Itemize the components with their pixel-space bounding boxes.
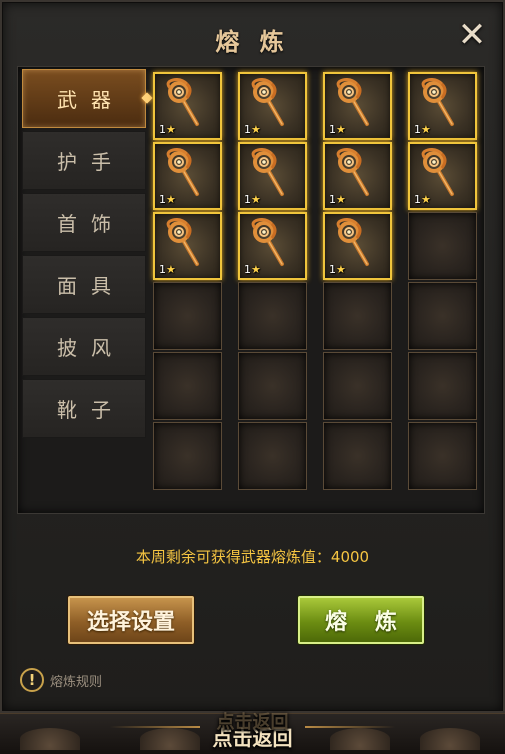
title-bar: 熔 炼 ✕ xyxy=(2,2,503,68)
item-slot-empty[interactable] xyxy=(408,352,477,420)
item-slot-filled[interactable]: 1★ xyxy=(408,142,477,210)
item-slot-empty[interactable] xyxy=(153,352,222,420)
item-slot-empty[interactable] xyxy=(238,352,307,420)
smelt-button[interactable]: 熔 炼 xyxy=(298,596,424,644)
item-slot-filled[interactable]: 1★ xyxy=(408,72,477,140)
tab-label: 披风 xyxy=(57,336,125,360)
item-slot-filled[interactable]: 1★ xyxy=(153,212,222,280)
item-slot-filled[interactable]: 1★ xyxy=(323,72,392,140)
item-slot-empty[interactable] xyxy=(323,282,392,350)
star-icon: ★ xyxy=(336,123,346,136)
item-star-level: 1★ xyxy=(329,263,346,276)
star-icon: ★ xyxy=(336,193,346,206)
tab-1[interactable]: 护手 xyxy=(22,131,146,190)
item-slot-filled[interactable]: 1★ xyxy=(153,142,222,210)
item-slot-filled[interactable]: 1★ xyxy=(238,72,307,140)
item-slot-filled[interactable]: 1★ xyxy=(323,212,392,280)
item-slot-empty[interactable] xyxy=(323,352,392,420)
tab-2[interactable]: 首饰 xyxy=(22,193,146,252)
tab-4[interactable]: 披风 xyxy=(22,317,146,376)
weekly-smelt-value-text: 本周剩余可获得武器熔炼值：4000 xyxy=(135,548,370,566)
star-icon: ★ xyxy=(251,193,261,206)
back-button[interactable]: 点击返回 点击返回 xyxy=(0,712,505,751)
select-settings-button[interactable]: 选择设置 xyxy=(68,596,194,644)
tab-label: 武器 xyxy=(57,88,125,112)
item-level: 1 xyxy=(159,263,166,276)
star-icon: ★ xyxy=(251,263,261,276)
item-level: 1 xyxy=(329,123,336,136)
tab-label: 靴子 xyxy=(57,398,125,422)
item-slot-empty[interactable] xyxy=(408,282,477,350)
item-level: 1 xyxy=(414,123,421,136)
item-level: 1 xyxy=(329,193,336,206)
back-label-shadow: 点击返回 xyxy=(216,712,289,733)
star-icon: ★ xyxy=(421,123,431,136)
tab-label: 首饰 xyxy=(57,212,125,236)
star-icon: ★ xyxy=(166,193,176,206)
item-level: 1 xyxy=(244,193,251,206)
item-slot-empty[interactable] xyxy=(323,422,392,490)
smelt-rules-link[interactable]: ! 熔炼规则 xyxy=(20,668,102,692)
item-level: 1 xyxy=(244,263,251,276)
star-icon: ★ xyxy=(251,123,261,136)
item-star-level: 1★ xyxy=(244,193,261,206)
item-level: 1 xyxy=(244,123,251,136)
item-level: 1 xyxy=(329,263,336,276)
item-star-level: 1★ xyxy=(244,123,261,136)
tab-0[interactable]: 武器 xyxy=(22,69,153,128)
item-slot-filled[interactable]: 1★ xyxy=(238,212,307,280)
item-star-level: 1★ xyxy=(414,123,431,136)
item-slot-empty[interactable] xyxy=(408,422,477,490)
item-grid: 1★ 1★ 1★ 1★ 1★ 1★ 1★ 1★ 1★ 1★ 1★ xyxy=(153,72,477,490)
item-level: 1 xyxy=(159,123,166,136)
window-title: 熔 炼 xyxy=(215,28,290,56)
category-tabs: 武器护手首饰面具披风靴子 xyxy=(22,69,153,441)
item-level: 1 xyxy=(159,193,166,206)
tab-5[interactable]: 靴子 xyxy=(22,379,146,438)
item-slot-empty[interactable] xyxy=(153,282,222,350)
item-slot-empty[interactable] xyxy=(408,212,477,280)
tab-label: 面具 xyxy=(57,274,125,298)
item-level: 1 xyxy=(414,193,421,206)
tab-label: 护手 xyxy=(57,150,125,174)
item-star-level: 1★ xyxy=(159,123,176,136)
item-slot-filled[interactable]: 1★ xyxy=(323,142,392,210)
back-left-ornament xyxy=(110,726,200,728)
exclamation-icon: ! xyxy=(20,668,44,692)
item-star-level: 1★ xyxy=(414,193,431,206)
item-slot-filled[interactable]: 1★ xyxy=(153,72,222,140)
item-star-level: 1★ xyxy=(159,193,176,206)
star-icon: ★ xyxy=(166,123,176,136)
star-icon: ★ xyxy=(336,263,346,276)
item-slot-empty[interactable] xyxy=(153,422,222,490)
item-slot-empty[interactable] xyxy=(238,282,307,350)
star-icon: ★ xyxy=(421,193,431,206)
item-slot-filled[interactable]: 1★ xyxy=(238,142,307,210)
close-icon[interactable]: ✕ xyxy=(455,18,489,52)
back-right-ornament xyxy=(305,726,395,728)
item-slot-empty[interactable] xyxy=(238,422,307,490)
star-icon: ★ xyxy=(166,263,176,276)
item-star-level: 1★ xyxy=(159,263,176,276)
item-star-level: 1★ xyxy=(329,193,346,206)
tab-3[interactable]: 面具 xyxy=(22,255,146,314)
item-star-level: 1★ xyxy=(244,263,261,276)
item-star-level: 1★ xyxy=(329,123,346,136)
smelt-rules-label: 熔炼规则 xyxy=(50,674,103,690)
